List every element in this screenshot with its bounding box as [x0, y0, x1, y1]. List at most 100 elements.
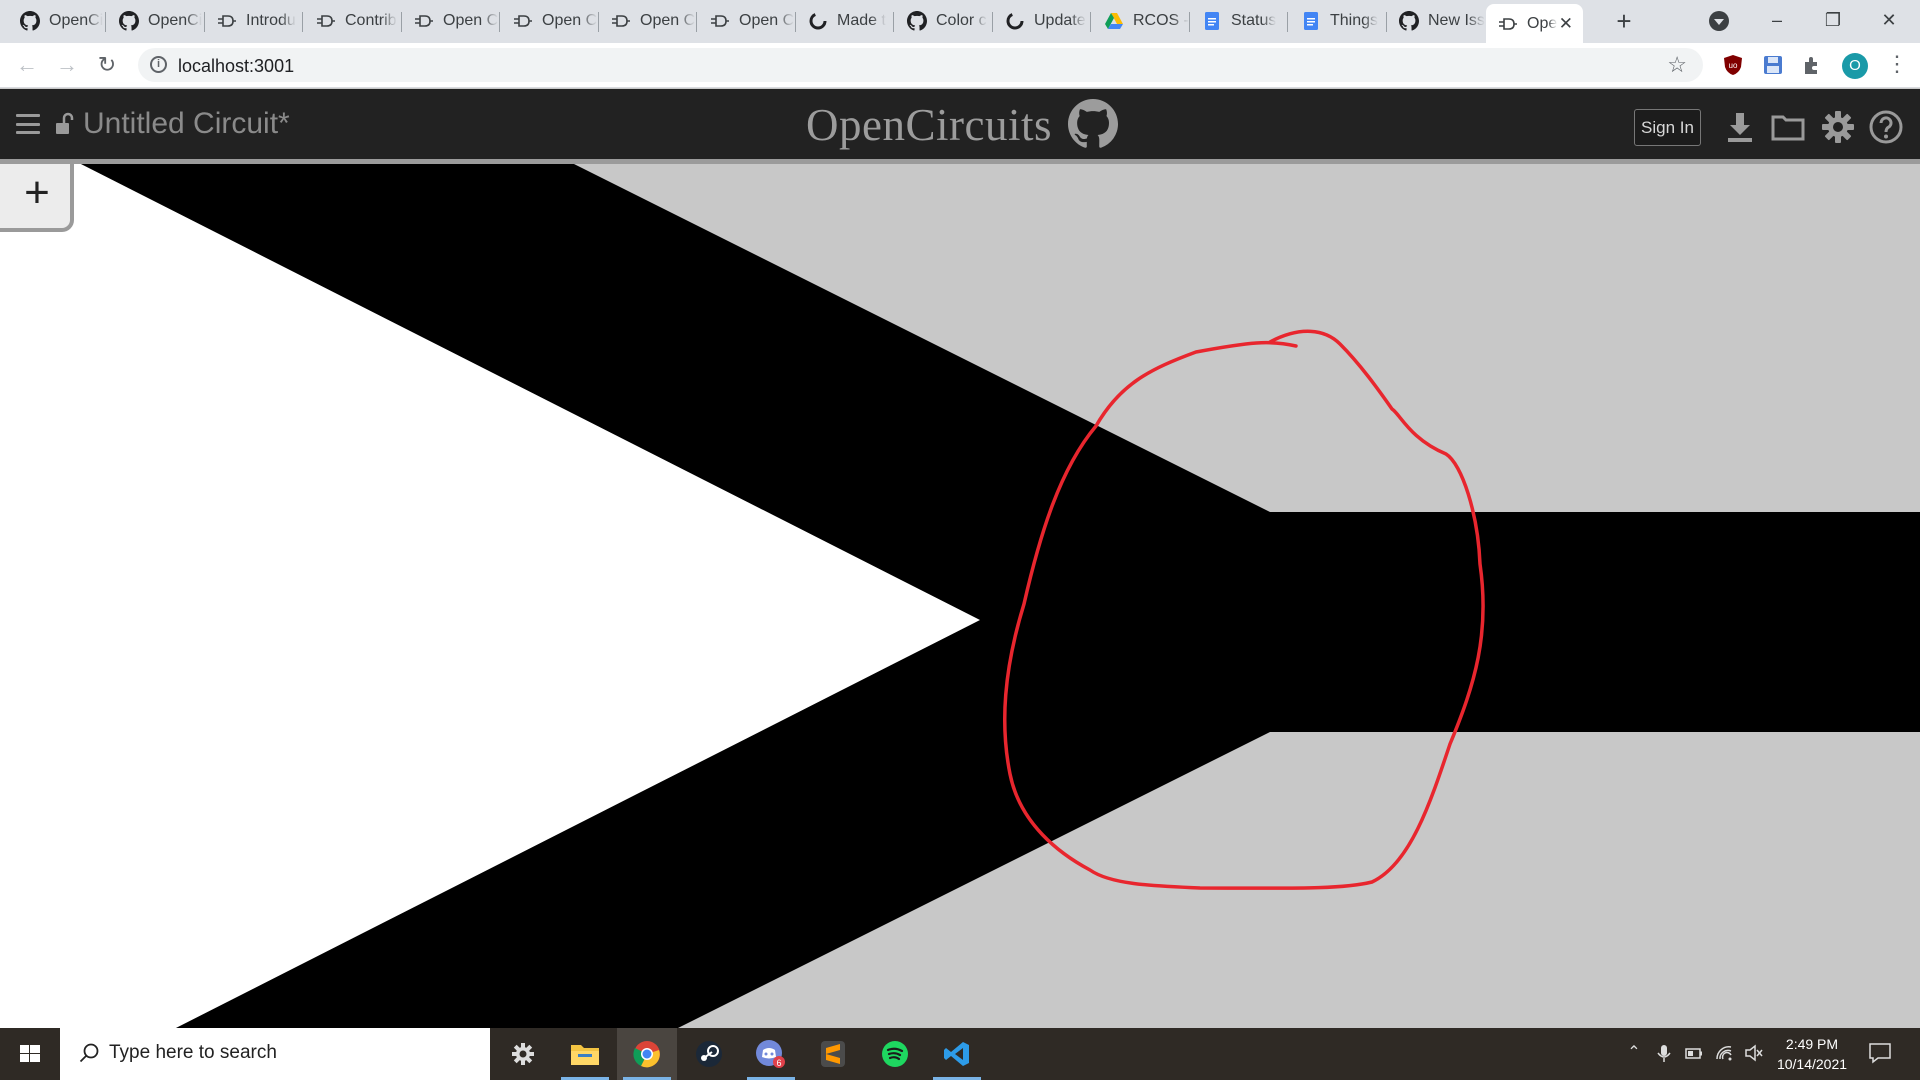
browser-tab[interactable]: RCOS - — [1092, 5, 1190, 37]
browser-tab[interactable]: OpenCi — [107, 5, 205, 37]
tab-title: Introdu — [246, 12, 296, 29]
github-loading-icon — [1005, 11, 1025, 31]
output-wire[interactable] — [1268, 512, 1920, 732]
browser-tab[interactable]: Things — [1289, 5, 1387, 37]
tab-title: Update — [1034, 12, 1086, 29]
profile-avatar[interactable]: O — [1842, 53, 1868, 79]
search-placeholder: Type here to search — [109, 1042, 277, 1063]
taskbar-search-box[interactable]: Type here to search — [60, 1028, 490, 1080]
circuit-name-input[interactable]: Untitled Circuit* — [83, 107, 290, 141]
browser-tab[interactable]: Open C — [402, 5, 500, 37]
svg-text:uo: uo — [1729, 61, 1738, 70]
browser-tab-strip: OpenCi OpenCi Introdu Contrib Open C Open C Op… — [0, 0, 1920, 43]
tab-separator — [893, 12, 894, 32]
notification-center-icon[interactable] — [1868, 1042, 1892, 1064]
save-extension-icon[interactable] — [1762, 54, 1784, 76]
hamburger-menu-icon[interactable] — [16, 114, 40, 134]
discord-app-icon[interactable]: 6 — [741, 1028, 801, 1080]
settings-app-icon[interactable] — [493, 1028, 553, 1080]
circuit-canvas[interactable] — [0, 159, 1920, 1028]
microphone-icon[interactable] — [1654, 1043, 1674, 1063]
google-drive-icon — [1104, 11, 1124, 31]
browser-toolbar: ← → ↻ i localhost:3001 ☆ uo O ⋮ — [0, 43, 1920, 88]
browser-tab[interactable]: New Iss — [1387, 5, 1485, 37]
browser-tab[interactable]: Open C — [698, 5, 796, 37]
github-icon — [20, 11, 40, 31]
download-icon[interactable] — [1722, 109, 1758, 145]
volume-muted-icon[interactable] — [1744, 1043, 1764, 1063]
forward-icon[interactable]: → — [53, 51, 81, 79]
browser-tab[interactable]: Ope ✕ — [1486, 4, 1583, 43]
tab-separator — [302, 12, 303, 32]
tab-title: Open C — [542, 12, 598, 29]
discord-badge-count: 6 — [776, 1058, 781, 1068]
tab-close-icon[interactable]: ✕ — [1559, 14, 1573, 34]
system-clock[interactable]: 2:49 PM 10/14/2021 — [1768, 1034, 1856, 1074]
browser-tab[interactable]: Open C — [501, 5, 599, 37]
tab-title: Status — [1231, 12, 1277, 29]
file-explorer-icon[interactable] — [555, 1028, 615, 1080]
browser-tab[interactable]: Made t — [796, 5, 894, 37]
windows-start-icon[interactable] — [0, 1028, 60, 1080]
unlock-icon[interactable] — [54, 111, 76, 137]
google-docs-icon — [1202, 11, 1222, 31]
chrome-app-icon[interactable] — [617, 1028, 677, 1080]
tab-title: Contrib — [345, 12, 397, 29]
reload-icon[interactable]: ↻ — [93, 51, 121, 79]
app-logo-text: OpenCircuits — [806, 100, 1052, 150]
new-tab-button[interactable]: + — [1610, 7, 1638, 35]
browser-tab[interactable]: Update — [993, 5, 1091, 37]
tab-separator — [1287, 12, 1288, 32]
clock-date: 10/14/2021 — [1776, 1056, 1848, 1072]
canvas-drawing — [0, 164, 1920, 1028]
chrome-menu-icon[interactable]: ⋮ — [1886, 51, 1908, 77]
settings-gear-icon[interactable] — [1820, 109, 1856, 145]
opencircuits-icon — [217, 11, 237, 31]
browser-tab[interactable]: Contrib — [304, 5, 402, 37]
tab-title: Ope — [1527, 14, 1558, 32]
window-close-icon[interactable]: ✕ — [1866, 4, 1912, 36]
browser-tab[interactable]: Color c — [895, 5, 993, 37]
address-bar[interactable]: i localhost:3001 ☆ — [138, 48, 1703, 82]
extensions-puzzle-icon[interactable] — [1801, 54, 1823, 76]
site-info-icon[interactable]: i — [150, 56, 167, 73]
help-icon[interactable] — [1868, 109, 1904, 145]
opencircuits-icon — [1498, 14, 1518, 34]
github-logo-icon[interactable] — [1068, 99, 1118, 149]
tab-separator — [1090, 12, 1091, 32]
github-icon — [907, 11, 927, 31]
github-icon — [1399, 11, 1419, 31]
tab-title: New Iss — [1428, 12, 1485, 29]
minimize-icon[interactable]: – — [1754, 4, 1800, 36]
opencircuits-icon — [414, 11, 434, 31]
tab-title: RCOS - — [1133, 12, 1189, 29]
sublime-text-icon[interactable] — [803, 1028, 863, 1080]
browser-tab[interactable]: OpenCi — [8, 5, 106, 37]
browser-tab[interactable]: Introdu — [205, 5, 303, 37]
url-text[interactable]: localhost:3001 — [178, 56, 294, 77]
show-hidden-icons-icon[interactable]: ⌃ — [1624, 1043, 1644, 1063]
battery-icon[interactable] — [1684, 1043, 1704, 1063]
tab-title: Open C — [739, 12, 795, 29]
google-docs-icon — [1301, 11, 1321, 31]
steam-app-icon[interactable] — [679, 1028, 739, 1080]
github-loading-icon — [808, 11, 828, 31]
bookmark-star-icon[interactable]: ☆ — [1667, 52, 1687, 78]
back-icon[interactable]: ← — [13, 51, 41, 79]
ublock-extension-icon[interactable]: uo — [1722, 54, 1744, 76]
spotify-app-icon[interactable] — [865, 1028, 925, 1080]
browser-tab[interactable]: Status — [1190, 5, 1288, 37]
open-folder-icon[interactable] — [1770, 109, 1806, 145]
clock-time: 2:49 PM — [1785, 1036, 1839, 1052]
add-component-button[interactable]: + — [0, 164, 74, 232]
wifi-icon[interactable] — [1714, 1043, 1734, 1063]
vscode-app-icon[interactable] — [927, 1028, 987, 1080]
github-icon — [119, 11, 139, 31]
tab-search-icon[interactable] — [1709, 11, 1729, 31]
browser-tab[interactable]: Open C — [599, 5, 697, 37]
sign-in-button[interactable]: Sign In — [1634, 109, 1701, 146]
tab-title: Color c — [936, 12, 987, 29]
tab-separator — [105, 12, 106, 32]
restore-icon[interactable]: ❐ — [1810, 4, 1856, 36]
opencircuits-icon — [513, 11, 533, 31]
